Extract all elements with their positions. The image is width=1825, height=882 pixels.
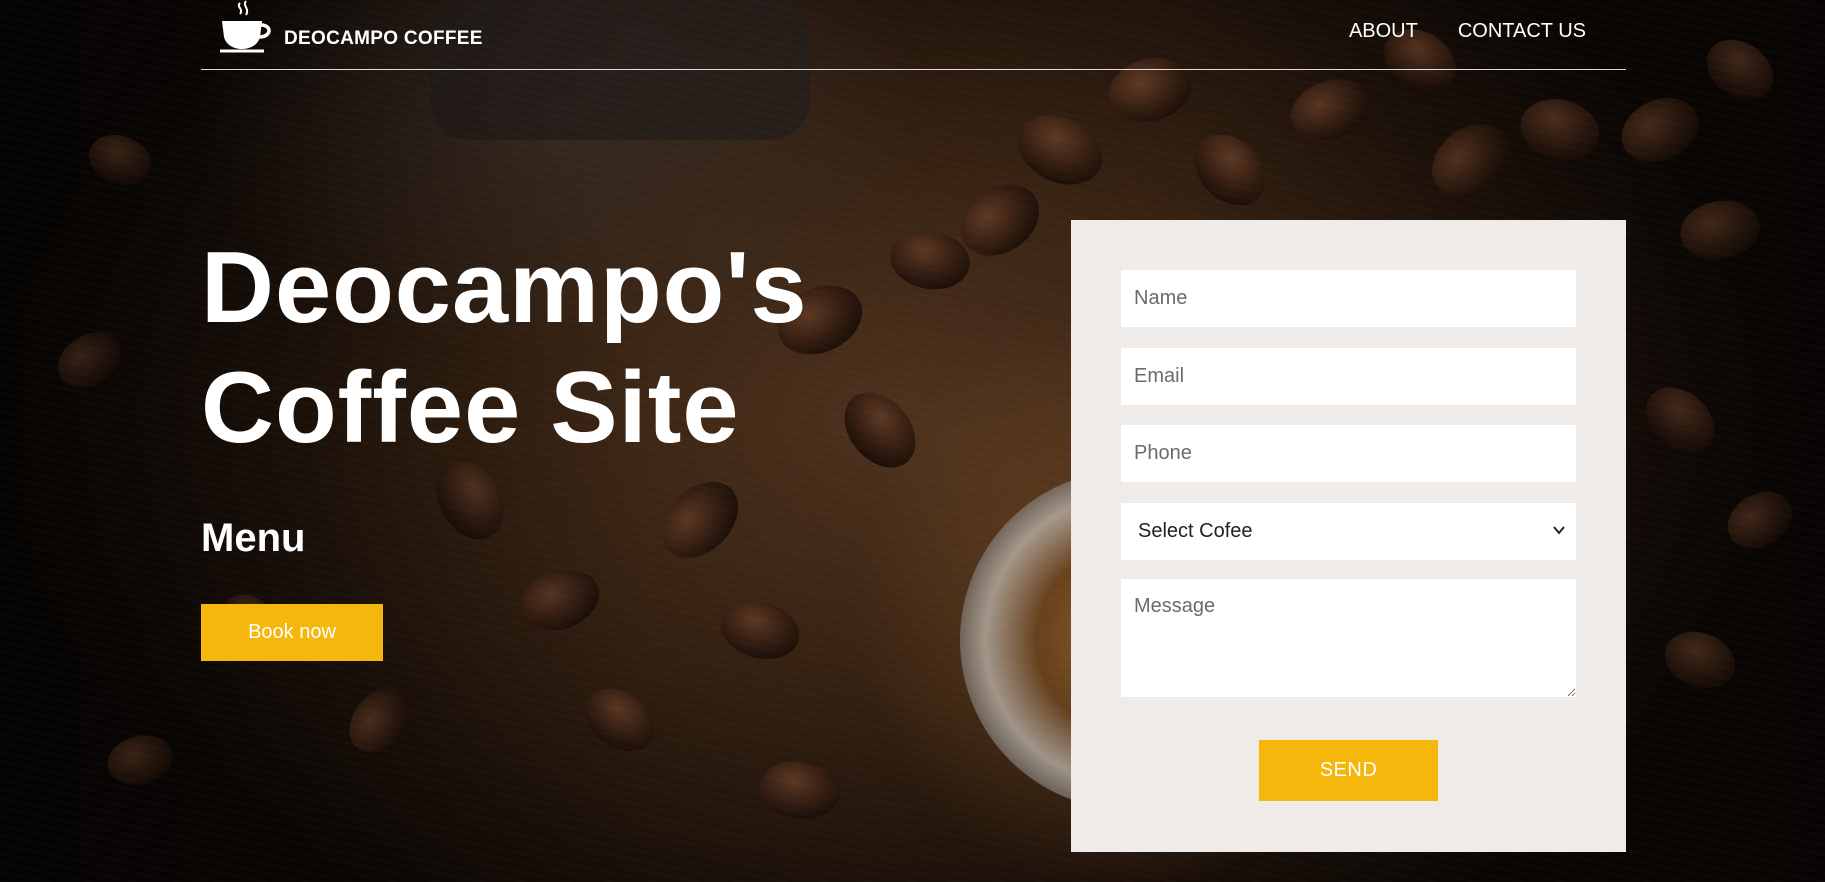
nav-link-contact-us[interactable]: CONTACT US (1458, 20, 1586, 43)
coffee-cup-icon (218, 0, 276, 60)
coffee-select-value: Select Cofee (1138, 520, 1253, 542)
top-navbar: DEOCAMPO COFFEE ABOUT CONTACT US (201, 0, 1626, 70)
message-textarea[interactable] (1121, 579, 1576, 697)
brand-logo[interactable]: DEOCAMPO COFFEE (218, 0, 483, 60)
book-now-button[interactable]: Book now (201, 604, 383, 661)
brand-name: DEOCAMPO COFFEE (284, 28, 483, 49)
hero-content: Deocampo's Coffee Site Menu Book now (201, 228, 901, 661)
hero-title: Deocampo's Coffee Site (201, 232, 808, 464)
nav-links: ABOUT CONTACT US (1349, 20, 1586, 43)
email-input[interactable] (1121, 348, 1576, 405)
name-input[interactable] (1121, 270, 1576, 327)
chevron-down-icon (1552, 523, 1566, 542)
hero-section: DEOCAMPO COFFEE ABOUT CONTACT US Deocamp… (0, 0, 1825, 882)
send-button[interactable]: SEND (1259, 740, 1438, 801)
booking-form: Select Cofee SEND (1071, 220, 1626, 852)
nav-link-about[interactable]: ABOUT (1349, 20, 1418, 43)
coffee-select[interactable]: Select Cofee (1121, 503, 1576, 560)
menu-heading: Menu (201, 516, 306, 560)
phone-input[interactable] (1121, 425, 1576, 482)
